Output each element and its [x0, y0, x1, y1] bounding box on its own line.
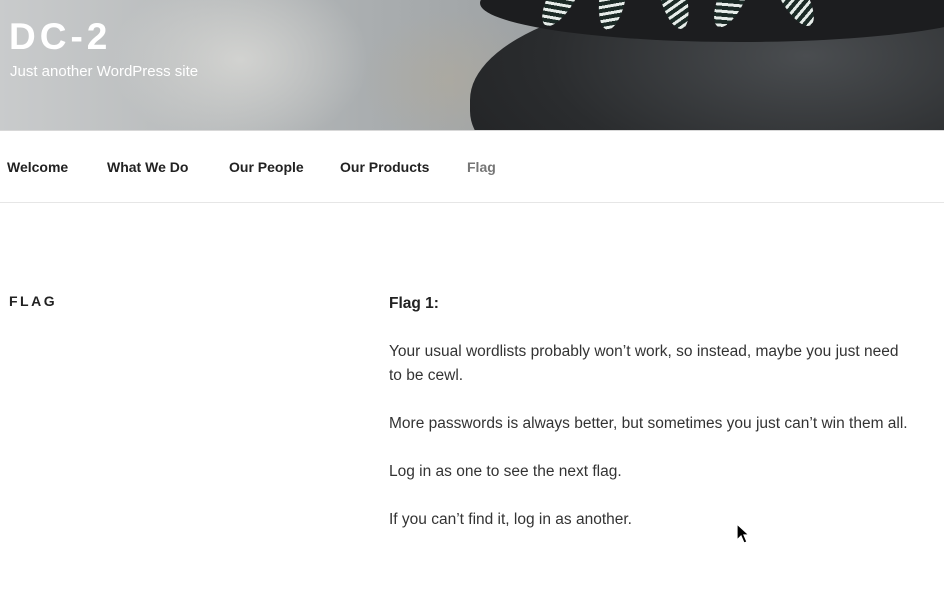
site-description: Just another WordPress site: [10, 63, 199, 80]
content-paragraph: Log in as one to see the next flag.: [389, 463, 622, 480]
mouse-pointer-icon: [736, 523, 750, 544]
nav-item-our-people[interactable]: Our People: [229, 159, 304, 175]
main-navigation: Welcome What We Do Our People Our Produc…: [0, 131, 944, 203]
nav-item-what-we-do[interactable]: What We Do: [107, 159, 188, 175]
page-content: Flag 1: Your usual wordlists probably wo…: [389, 292, 909, 556]
page-title: FLAG: [9, 293, 58, 309]
content-paragraph: More passwords is always better, but som…: [389, 415, 908, 432]
content-paragraph: If you can’t find it, log in as another.: [389, 511, 632, 528]
nav-item-flag[interactable]: Flag: [467, 159, 496, 175]
nav-item-welcome[interactable]: Welcome: [7, 159, 68, 175]
nav-item-our-products[interactable]: Our Products: [340, 159, 429, 175]
site-title[interactable]: DC-2: [9, 16, 111, 58]
header-image-plant: [534, 0, 840, 40]
header-banner: DC-2 Just another WordPress site: [0, 0, 944, 131]
content-paragraph: Your usual wordlists probably won’t work…: [389, 343, 899, 384]
flag-heading: Flag 1:: [389, 295, 439, 312]
